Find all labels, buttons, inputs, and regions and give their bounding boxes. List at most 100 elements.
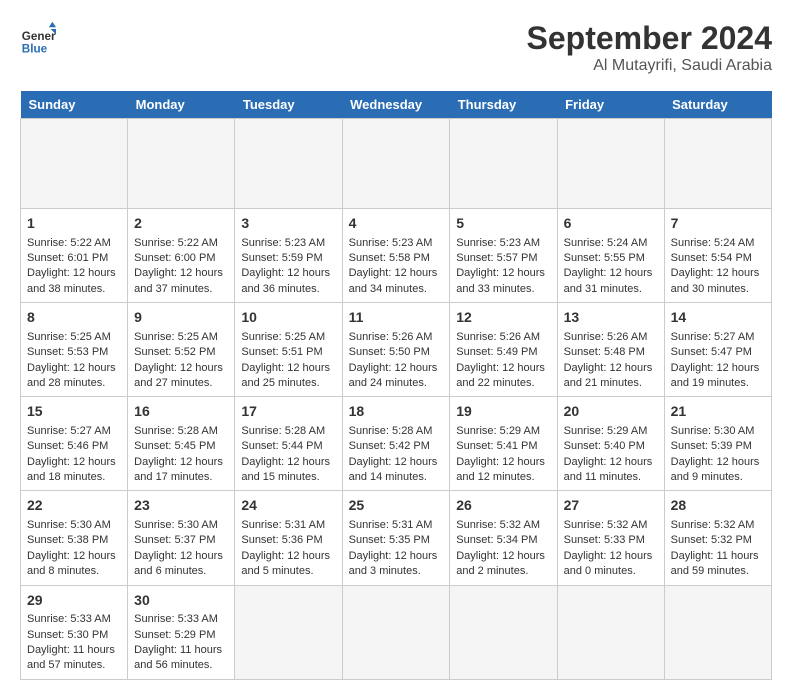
daylight-label: Daylight: 11 hours and 59 minutes. <box>671 550 759 577</box>
day-number: 17 <box>241 402 335 422</box>
day-cell: 15Sunrise: 5:27 AMSunset: 5:46 PMDayligh… <box>21 397 128 491</box>
sunrise-label: Sunrise: 5:23 AM <box>456 237 540 249</box>
daylight-label: Daylight: 12 hours and 0 minutes. <box>564 550 653 577</box>
daylight-label: Daylight: 12 hours and 8 minutes. <box>27 550 116 577</box>
daylight-label: Daylight: 12 hours and 17 minutes. <box>134 456 223 483</box>
sunrise-label: Sunrise: 5:25 AM <box>241 331 325 343</box>
sunrise-label: Sunrise: 5:30 AM <box>27 519 111 531</box>
day-cell: 24Sunrise: 5:31 AMSunset: 5:36 PMDayligh… <box>235 491 342 585</box>
week-row-3: 8Sunrise: 5:25 AMSunset: 5:53 PMDaylight… <box>21 303 772 397</box>
sunset-label: Sunset: 5:37 PM <box>134 534 215 546</box>
daylight-label: Daylight: 12 hours and 18 minutes. <box>27 456 116 483</box>
sunset-label: Sunset: 5:51 PM <box>241 346 322 358</box>
daylight-label: Daylight: 12 hours and 37 minutes. <box>134 267 223 294</box>
day-number: 29 <box>27 591 121 611</box>
day-cell <box>235 585 342 679</box>
daylight-label: Daylight: 12 hours and 12 minutes. <box>456 456 545 483</box>
day-number: 19 <box>456 402 550 422</box>
daylight-label: Daylight: 12 hours and 36 minutes. <box>241 267 330 294</box>
week-row-2: 1Sunrise: 5:22 AMSunset: 6:01 PMDaylight… <box>21 209 772 303</box>
sunset-label: Sunset: 5:41 PM <box>456 440 537 452</box>
daylight-label: Daylight: 12 hours and 2 minutes. <box>456 550 545 577</box>
sunrise-label: Sunrise: 5:29 AM <box>564 425 648 437</box>
sunrise-label: Sunrise: 5:32 AM <box>456 519 540 531</box>
daylight-label: Daylight: 12 hours and 28 minutes. <box>27 362 116 389</box>
day-cell: 18Sunrise: 5:28 AMSunset: 5:42 PMDayligh… <box>342 397 450 491</box>
day-number: 20 <box>564 402 658 422</box>
day-cell <box>664 585 771 679</box>
daylight-label: Daylight: 12 hours and 15 minutes. <box>241 456 330 483</box>
day-cell <box>557 585 664 679</box>
sunrise-label: Sunrise: 5:26 AM <box>349 331 433 343</box>
col-sunday: Sunday <box>21 91 128 119</box>
col-thursday: Thursday <box>450 91 557 119</box>
sunset-label: Sunset: 5:39 PM <box>671 440 752 452</box>
day-number: 13 <box>564 308 658 328</box>
day-number: 9 <box>134 308 228 328</box>
day-number: 16 <box>134 402 228 422</box>
sunset-label: Sunset: 5:57 PM <box>456 252 537 264</box>
svg-text:General: General <box>22 30 56 43</box>
day-cell: 20Sunrise: 5:29 AMSunset: 5:40 PMDayligh… <box>557 397 664 491</box>
sunset-label: Sunset: 5:53 PM <box>27 346 108 358</box>
sunrise-label: Sunrise: 5:33 AM <box>27 613 111 625</box>
sunset-label: Sunset: 5:48 PM <box>564 346 645 358</box>
day-cell: 5Sunrise: 5:23 AMSunset: 5:57 PMDaylight… <box>450 209 557 303</box>
day-cell <box>342 585 450 679</box>
sunset-label: Sunset: 5:59 PM <box>241 252 322 264</box>
sunset-label: Sunset: 5:40 PM <box>564 440 645 452</box>
day-cell: 26Sunrise: 5:32 AMSunset: 5:34 PMDayligh… <box>450 491 557 585</box>
col-monday: Monday <box>128 91 235 119</box>
sunrise-label: Sunrise: 5:33 AM <box>134 613 218 625</box>
sunset-label: Sunset: 5:44 PM <box>241 440 322 452</box>
day-number: 10 <box>241 308 335 328</box>
sunrise-label: Sunrise: 5:32 AM <box>671 519 755 531</box>
day-number: 2 <box>134 214 228 234</box>
day-cell: 27Sunrise: 5:32 AMSunset: 5:33 PMDayligh… <box>557 491 664 585</box>
day-number: 21 <box>671 402 765 422</box>
day-cell <box>557 119 664 209</box>
day-cell <box>450 585 557 679</box>
day-number: 3 <box>241 214 335 234</box>
sunset-label: Sunset: 5:35 PM <box>349 534 430 546</box>
day-cell: 9Sunrise: 5:25 AMSunset: 5:52 PMDaylight… <box>128 303 235 397</box>
day-number: 12 <box>456 308 550 328</box>
day-number: 4 <box>349 214 444 234</box>
daylight-label: Daylight: 12 hours and 22 minutes. <box>456 362 545 389</box>
day-number: 11 <box>349 308 444 328</box>
day-cell: 7Sunrise: 5:24 AMSunset: 5:54 PMDaylight… <box>664 209 771 303</box>
daylight-label: Daylight: 12 hours and 31 minutes. <box>564 267 653 294</box>
sunrise-label: Sunrise: 5:27 AM <box>671 331 755 343</box>
sunrise-label: Sunrise: 5:23 AM <box>241 237 325 249</box>
sunrise-label: Sunrise: 5:28 AM <box>134 425 218 437</box>
col-saturday: Saturday <box>664 91 771 119</box>
day-number: 18 <box>349 402 444 422</box>
day-cell: 21Sunrise: 5:30 AMSunset: 5:39 PMDayligh… <box>664 397 771 491</box>
sunset-label: Sunset: 5:47 PM <box>671 346 752 358</box>
sunset-label: Sunset: 5:32 PM <box>671 534 752 546</box>
day-cell: 14Sunrise: 5:27 AMSunset: 5:47 PMDayligh… <box>664 303 771 397</box>
day-cell: 2Sunrise: 5:22 AMSunset: 6:00 PMDaylight… <box>128 209 235 303</box>
sunset-label: Sunset: 5:49 PM <box>456 346 537 358</box>
day-number: 22 <box>27 496 121 516</box>
week-row-5: 22 Sunrise: 5:30 AM Sunset: 5:38 PM Dayligh… <box>21 491 772 585</box>
day-cell <box>235 119 342 209</box>
title-area: September 2024 Al Mutayrifi, Saudi Arabi… <box>527 20 772 75</box>
sunrise-label: Sunrise: 5:27 AM <box>27 425 111 437</box>
sunrise-label: Sunrise: 5:24 AM <box>564 237 648 249</box>
day-cell: 4Sunrise: 5:23 AMSunset: 5:58 PMDaylight… <box>342 209 450 303</box>
day-cell: 1Sunrise: 5:22 AMSunset: 6:01 PMDaylight… <box>21 209 128 303</box>
day-cell: 13Sunrise: 5:26 AMSunset: 5:48 PMDayligh… <box>557 303 664 397</box>
daylight-label: Daylight: 12 hours and 9 minutes. <box>671 456 760 483</box>
day-number: 25 <box>349 496 444 516</box>
day-cell: 25Sunrise: 5:31 AMSunset: 5:35 PMDayligh… <box>342 491 450 585</box>
day-cell: 8Sunrise: 5:25 AMSunset: 5:53 PMDaylight… <box>21 303 128 397</box>
daylight-label: Daylight: 12 hours and 19 minutes. <box>671 362 760 389</box>
logo-icon: General Blue <box>20 20 56 56</box>
month-title: September 2024 <box>527 20 772 57</box>
sunset-label: Sunset: 5:54 PM <box>671 252 752 264</box>
sunset-label: Sunset: 5:55 PM <box>564 252 645 264</box>
day-cell <box>450 119 557 209</box>
sunrise-label: Sunrise: 5:25 AM <box>134 331 218 343</box>
sunset-label: Sunset: 5:38 PM <box>27 534 108 546</box>
